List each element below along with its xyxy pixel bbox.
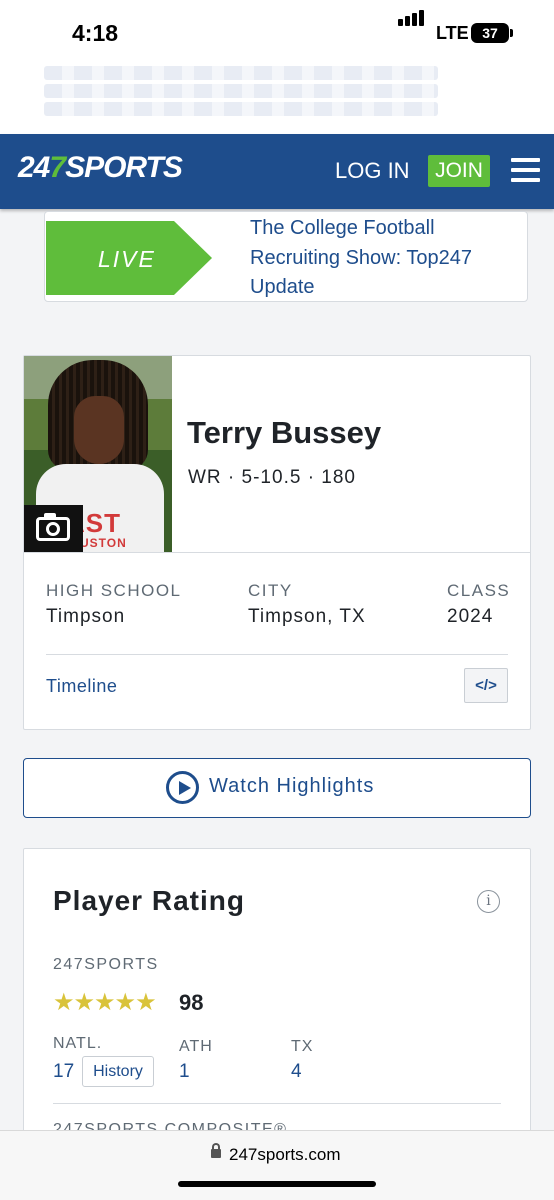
divider [24,552,530,553]
rank-value-state[interactable]: 4 [291,1061,302,1083]
hamburger-menu-icon[interactable] [511,158,540,182]
battery-tip [510,29,513,37]
rating-source-label: 247SPORTS [53,956,159,973]
player-position-size: WR · 5-10.5 · 180 [188,467,356,488]
rank-label-national: NATL. [53,1035,103,1052]
site-logo[interactable]: 247SPORTS [18,151,183,185]
rank-value-national[interactable]: 17 [53,1061,74,1083]
timeline-link[interactable]: Timeline [46,676,117,697]
player-face [74,396,124,464]
live-badge-label: LIVE [98,246,156,272]
jersey-text-secondary: USTON [80,536,127,550]
network-label: LTE [436,23,469,43]
rating-score: 98 [179,990,204,1015]
divider [46,654,508,655]
info-icon[interactable]: i [477,890,500,913]
rank-value-position[interactable]: 1 [179,1061,190,1083]
url-text[interactable]: 247sports.com [229,1145,341,1165]
city-label: CITY [248,581,293,600]
rating-title: Player Rating [53,885,245,916]
browser-url-bar[interactable] [0,1130,554,1200]
home-indicator[interactable] [178,1181,376,1187]
ad-placeholder [0,62,554,134]
rank-label-position: ATH [179,1038,213,1055]
login-link[interactable]: LOG IN [335,158,410,184]
logo-seven: 7 [49,151,66,184]
status-bar: 4:18 LTE 37 [0,0,554,62]
embed-code-icon[interactable]: </> [464,668,508,703]
rank-label-state: TX [291,1038,314,1055]
high-school-label: HIGH SCHOOL [46,581,182,600]
battery-icon: 37 [471,23,509,43]
lock-icon [211,1143,221,1158]
history-button[interactable]: History [82,1056,154,1087]
player-name: Terry Bussey [187,415,382,450]
live-show-title[interactable]: The College Football Recruiting Show: To… [250,214,520,303]
star-rating-icon: ★★★★★ [53,989,157,1016]
logo-prefix: 24 [18,151,50,184]
play-icon [166,771,199,804]
class-label: CLASS [447,581,511,600]
high-school-value: Timpson [46,606,126,627]
status-time: 4:18 [72,20,119,46]
divider [53,1103,501,1104]
logo-suffix: SPORTS [65,151,183,184]
class-value: 2024 [447,606,494,627]
city-value: Timpson, TX [248,606,366,627]
camera-icon[interactable] [24,505,83,552]
join-button[interactable]: JOIN [428,155,490,187]
watch-highlights-label: Watch Highlights [209,775,375,797]
